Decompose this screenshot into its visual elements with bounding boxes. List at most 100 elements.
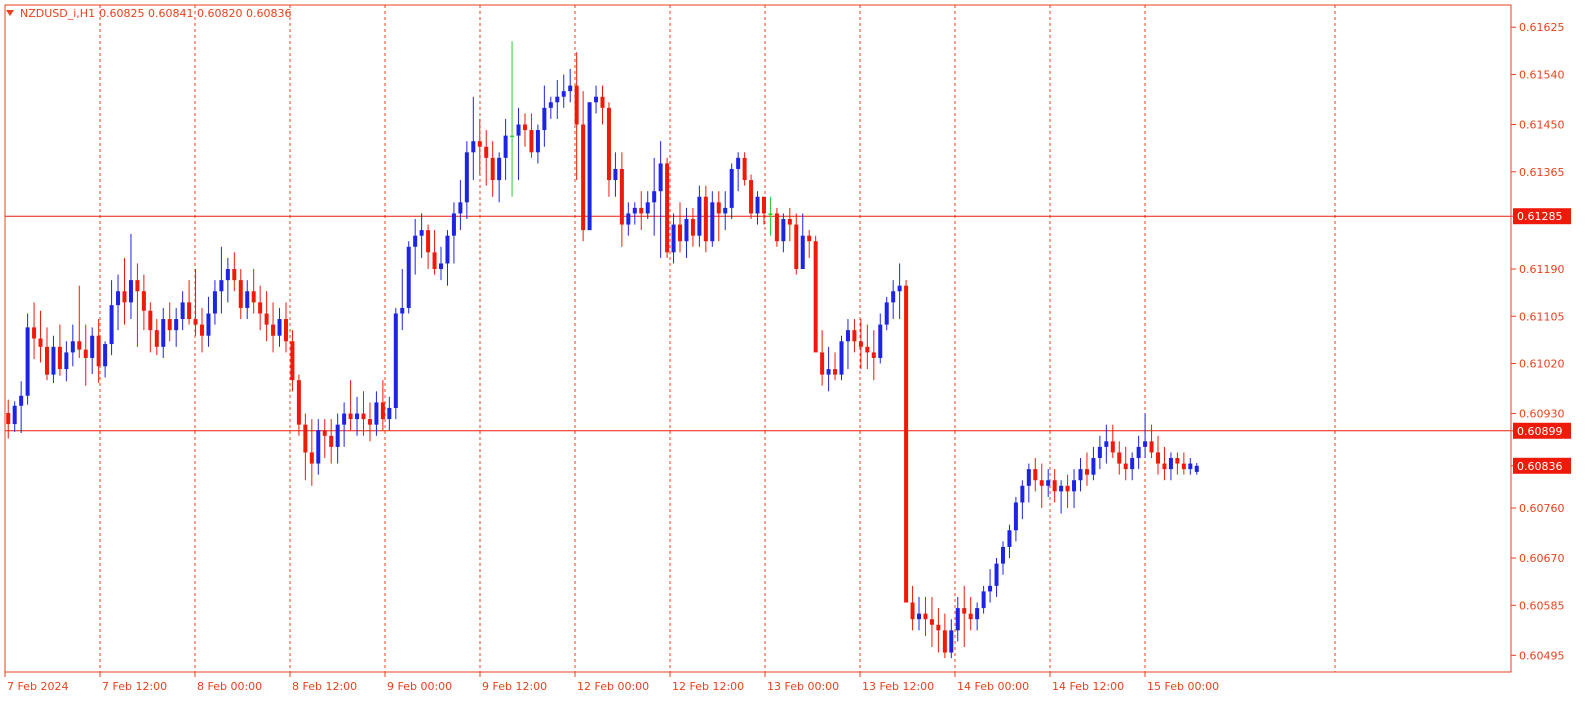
candle-body (342, 413, 347, 425)
candle-body (645, 202, 650, 214)
candle-body (335, 424, 340, 447)
chart-frame (4, 4, 1512, 673)
candles-layer (6, 41, 1199, 659)
y-tick-label: 0.60930 (1519, 408, 1565, 421)
candle-body (6, 412, 11, 425)
candle-body (77, 341, 82, 350)
candle-body (942, 630, 947, 653)
candle-body (929, 619, 934, 625)
candle-body (290, 341, 295, 381)
candle-body (445, 235, 450, 264)
candle-body (271, 324, 276, 336)
candle-body (32, 327, 37, 339)
candle-body (619, 168, 624, 225)
candle-body (865, 346, 870, 353)
candle-body (187, 302, 192, 320)
candle-body (522, 124, 527, 131)
candle-body (548, 102, 553, 108)
y-tick-label: 0.60670 (1519, 552, 1565, 565)
candle-body (1033, 469, 1038, 481)
candle-body (697, 196, 702, 236)
candle-body (148, 310, 153, 331)
candle-body (283, 319, 288, 342)
candle-body (923, 613, 928, 620)
x-tick-label: 9 Feb 00:00 (387, 680, 452, 693)
candle-body (1000, 546, 1005, 564)
candle-body (1156, 452, 1161, 464)
candle-body (703, 196, 708, 242)
candle-body (1168, 458, 1173, 470)
candle-body (464, 152, 469, 203)
candle-body (994, 563, 999, 586)
candle-body (1097, 446, 1102, 459)
candle-body (981, 591, 986, 609)
candle-body (820, 352, 825, 375)
candle-body (426, 230, 431, 253)
candle-body (439, 263, 444, 270)
candle-body (44, 346, 49, 375)
candle-body (949, 630, 954, 653)
triangle-down-icon[interactable] (6, 10, 14, 16)
y-tick-label: 0.61625 (1519, 21, 1565, 34)
candle-body (490, 157, 495, 181)
candle-body (1065, 485, 1070, 492)
horizontal-lines-layer (5, 215, 1511, 432)
candle-body (477, 141, 482, 147)
candle-body (891, 291, 896, 303)
candle-body (432, 252, 437, 270)
price-chart[interactable]: 0.61625 0.61540 0.61450 0.61365 0.61285 0.611… (0, 0, 1586, 708)
candle-body (542, 107, 547, 131)
candle-body (516, 124, 521, 136)
x-tick-label: 14 Feb 00:00 (957, 680, 1029, 693)
candle-body (180, 302, 185, 320)
candle-body (716, 202, 721, 214)
candle-body (1007, 530, 1012, 547)
candle-body (755, 196, 760, 214)
candle-body (83, 349, 88, 358)
candle-body (161, 319, 166, 347)
candle-body (458, 202, 463, 214)
candle-body (1020, 485, 1025, 503)
candlestick-chart-svg[interactable]: 0.61625 0.61540 0.61450 0.61365 0.61285 0.611… (0, 0, 1586, 708)
candle-body (897, 285, 902, 292)
candle-body (955, 608, 960, 631)
candle-body (1175, 458, 1180, 464)
candle-body (1110, 441, 1115, 453)
candle-body (348, 413, 353, 420)
x-tick-label: 8 Feb 12:00 (292, 680, 357, 693)
x-tick-label: 7 Feb 12:00 (102, 680, 167, 693)
candle-body (406, 246, 411, 308)
candle-body (723, 207, 728, 214)
candle-body (690, 218, 695, 236)
candle-body (800, 235, 805, 270)
symbol-timeframe: NZDUSD_i,H1 (20, 6, 96, 20)
candle-body (535, 130, 540, 153)
candle-body (497, 157, 502, 181)
candle-body (393, 313, 398, 408)
candle-body (1130, 458, 1135, 470)
price-axis: 0.61625 0.61540 0.61450 0.61365 0.61285 0.611… (1511, 21, 1571, 662)
candle-body (355, 413, 360, 420)
candle-body (988, 585, 993, 592)
candle-body (568, 85, 573, 92)
candle-body (813, 241, 818, 353)
candle-body (794, 224, 799, 270)
y-tick-label: 0.61020 (1519, 358, 1565, 371)
candle-body (1162, 463, 1167, 470)
candle-body (309, 452, 314, 464)
candle-body (374, 402, 379, 425)
candle-body (57, 346, 62, 370)
y-tick-label: 0.61190 (1519, 263, 1565, 276)
candle-body (845, 330, 850, 342)
x-tick-label: 15 Feb 00:00 (1147, 680, 1219, 693)
candle-body (710, 202, 715, 242)
candle-body (316, 430, 321, 464)
candle-body (781, 218, 786, 242)
candle-body (658, 163, 663, 192)
candle-body (1072, 480, 1077, 492)
candle-body (212, 291, 217, 314)
candle-body (154, 330, 159, 347)
y-tick-label: 0.61365 (1519, 166, 1565, 179)
chart-title-bar: NZDUSD_i,H1 0.60825 0.60841 0.60820 0.60… (6, 5, 292, 21)
candle-body (613, 168, 618, 181)
